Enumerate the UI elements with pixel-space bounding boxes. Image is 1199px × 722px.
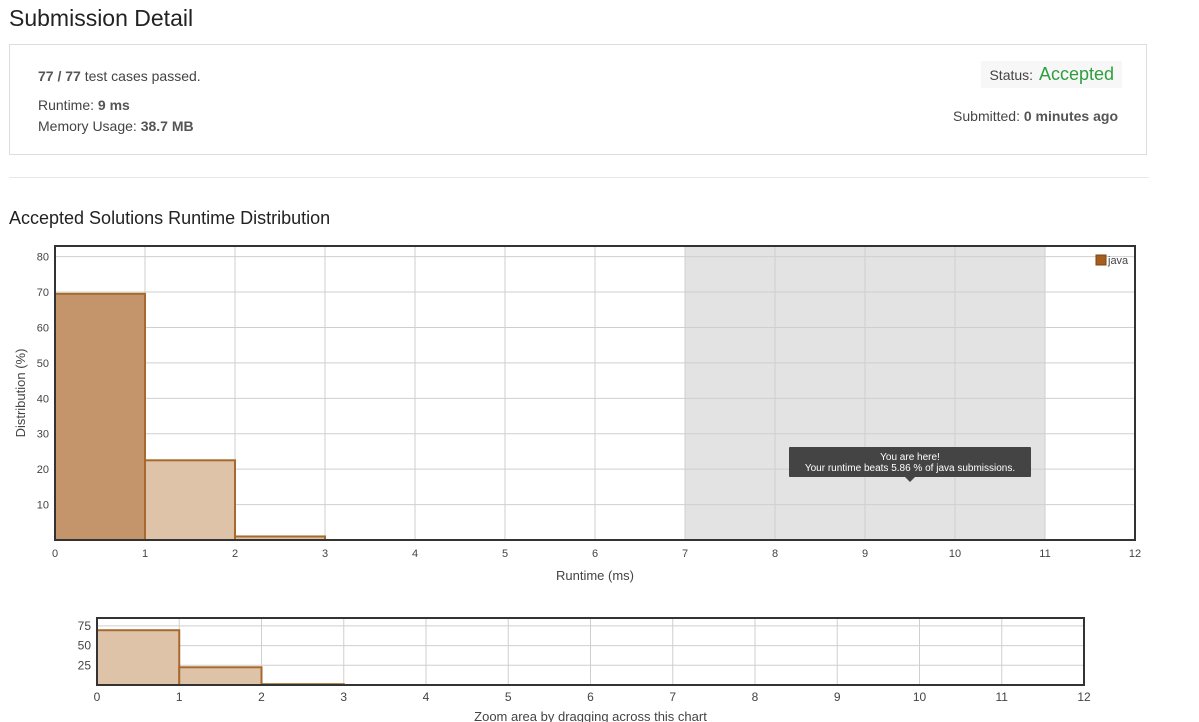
main-x-axis-label: Runtime (ms) (556, 568, 634, 583)
main-x-tick-label: 1 (142, 548, 148, 560)
main-x-tick-label: 12 (1129, 548, 1141, 560)
main-x-tick-label: 2 (232, 548, 238, 560)
overview-y-tick-label: 75 (78, 619, 92, 633)
main-x-tick-label: 4 (412, 548, 418, 560)
main-y-tick-label: 80 (37, 252, 49, 264)
main-x-tick-label: 0 (52, 548, 58, 560)
overview-x-tick-label: 11 (996, 690, 1009, 704)
main-x-tick-label: 10 (949, 548, 961, 560)
overview-x-tick-label: 0 (94, 690, 101, 704)
main-y-tick-label: 70 (37, 287, 49, 299)
main-x-tick-label: 9 (862, 548, 868, 560)
overview-x-tick-label: 7 (669, 690, 676, 704)
overview-x-tick-label: 12 (1077, 690, 1091, 704)
main-y-tick-label: 20 (37, 464, 49, 476)
tooltip-line-1: You are here! (880, 452, 940, 463)
zoom-caption: Zoom area by dragging across this chart (474, 709, 707, 722)
overview-x-tick-label: 10 (913, 690, 927, 704)
main-bar[interactable] (144, 459, 236, 541)
main-x-tick-label: 8 (772, 548, 778, 560)
overview-x-tick-label: 3 (340, 690, 347, 704)
legend-swatch-java (1095, 254, 1107, 266)
overview-x-tick-label: 4 (423, 690, 430, 704)
main-y-tick-label: 40 (37, 393, 49, 405)
main-y-tick-label: 50 (37, 358, 49, 370)
overview-x-tick-label: 9 (834, 690, 841, 704)
main-x-tick-label: 6 (592, 548, 598, 560)
main-x-tick-label: 7 (682, 548, 688, 560)
main-bar[interactable] (54, 292, 146, 541)
overview-x-tick-label: 1 (176, 690, 183, 704)
main-x-tick-label: 11 (1039, 548, 1050, 560)
overview-y-tick-label: 50 (78, 639, 92, 653)
main-x-tick-label: 3 (322, 548, 328, 560)
tooltip-line-2: Your runtime beats 5.86 % of java submis… (805, 463, 1015, 474)
overview-x-tick-label: 8 (752, 690, 759, 704)
overview-y-tick-label: 25 (78, 658, 92, 672)
overview-bar[interactable] (178, 666, 263, 687)
main-y-tick-label: 10 (37, 500, 49, 512)
runtime-distribution-charts[interactable]: 0 1 2 3 4 5 6 7 8 9 10 11 121020304050607080Runtime … (0, 0, 1199, 722)
overview-x-tick-label: 2 (258, 690, 265, 704)
main-x-tick-label: 5 (502, 548, 508, 560)
main-y-tick-label: 60 (37, 322, 49, 334)
legend-label-java: java (1107, 255, 1129, 267)
main-y-tick-label: 30 (37, 429, 49, 441)
overview-x-tick-label: 6 (587, 690, 594, 704)
overview-x-tick-label: 5 (505, 690, 512, 704)
overview-bar[interactable] (96, 629, 181, 687)
main-y-axis-label: Distribution (%) (13, 349, 28, 438)
